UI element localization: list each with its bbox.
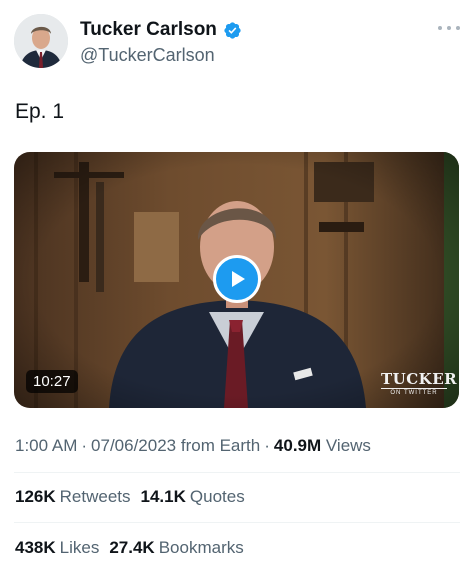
divider [14,522,460,523]
avatar[interactable] [14,14,68,68]
quotes-label: Quotes [189,487,245,506]
watermark-main: TUCKER [381,370,458,388]
bookmarks-stat[interactable]: 27.4K Bookmarks [109,538,243,558]
quotes-count: 14.1K [140,487,186,506]
bookmarks-count: 27.4K [109,538,155,557]
author-handle[interactable]: @TuckerCarlson [80,45,242,66]
likes-count: 438K [15,538,56,557]
quotes-stat[interactable]: 14.1K Quotes [141,487,245,507]
bookmarks-label: Bookmarks [158,538,244,557]
more-options-icon[interactable] [438,20,460,36]
likes-stat[interactable]: 438K Likes [15,538,99,558]
tweet-source: from Earth [180,436,261,455]
engagement-row-2: 438K Likes 27.4K Bookmarks [15,538,244,558]
views-count: 40.9M [273,436,322,455]
retweets-label: Retweets [59,487,131,506]
author-display-name[interactable]: Tucker Carlson [80,19,217,41]
divider [14,472,460,473]
play-icon [232,271,245,287]
video-player[interactable]: 10:27 TUCKER ON TWITTER [14,152,459,408]
channel-watermark: TUCKER ON TWITTER [381,370,458,397]
play-button[interactable] [213,255,261,303]
tweet-meta: 1:00 AM · 07/06/2023 from Earth · 40.9M View… [15,436,371,456]
video-duration: 10:27 [26,370,78,393]
engagement-row-1: 126K Retweets 14.1K Quotes [15,487,245,507]
views-label: Views [325,436,371,455]
tweet-time[interactable]: 1:00 AM [15,436,77,455]
tweet-text: Ep. 1 [15,100,65,123]
likes-label: Likes [59,538,100,557]
verified-badge-icon [224,21,241,39]
retweets-count: 126K [15,487,56,506]
watermark-sub: ON TWITTER [381,388,447,397]
tweet-date[interactable]: 07/06/2023 [91,436,176,455]
retweets-stat[interactable]: 126K Retweets [15,487,131,507]
separator: · [81,436,88,455]
tweet-header: Tucker Carlson @TuckerCarlson [14,14,460,74]
separator: · [264,436,270,455]
